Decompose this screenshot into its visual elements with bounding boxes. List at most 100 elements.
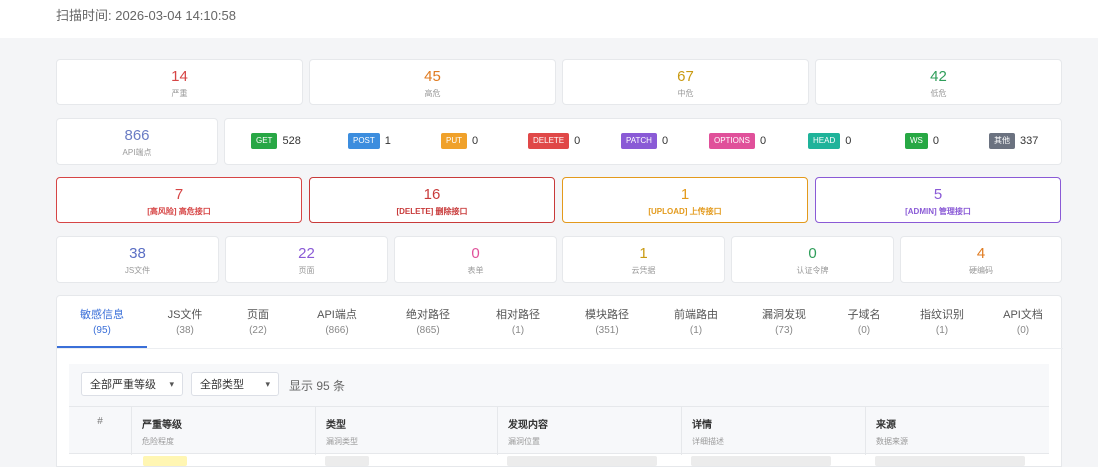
- column-type[interactable]: 类型 漏洞类型: [315, 407, 497, 455]
- risk-card-high-risk[interactable]: 7 [高风险] 高危接口: [56, 177, 302, 223]
- method-count: 0: [760, 135, 767, 147]
- severity-count: 42: [930, 68, 947, 85]
- resource-count: 4: [976, 245, 986, 262]
- method-badge: PUT: [441, 133, 467, 149]
- severity-label: 中危: [677, 89, 694, 98]
- tab-count: (1): [511, 325, 525, 336]
- column-source[interactable]: 来源 数据来源: [865, 407, 1049, 455]
- column-finding[interactable]: 发现内容 漏洞位置: [497, 407, 681, 455]
- column-title: 来源: [876, 420, 896, 431]
- tab-count: (38): [176, 325, 194, 336]
- severity-count: 67: [677, 68, 694, 85]
- column-title: 详情: [692, 420, 712, 431]
- method-count: 528: [282, 135, 301, 147]
- column-index[interactable]: #: [69, 407, 131, 455]
- method-badge: POST: [348, 133, 380, 149]
- tab-count: (866): [325, 325, 349, 336]
- tab-count: (73): [775, 325, 793, 336]
- tab-sensitive-info[interactable]: 敏感信息 (95): [57, 306, 147, 336]
- tab-label: 敏感信息: [80, 309, 124, 321]
- resource-count: 0: [808, 245, 817, 262]
- resource-card-pages: 22 页面: [225, 236, 388, 283]
- risk-label: [ADMIN] 管理接口: [905, 207, 971, 216]
- tab-count: (1): [935, 325, 949, 336]
- tab-js-files[interactable]: JS文件 (38): [147, 306, 223, 336]
- tab-label: 相对路径: [496, 309, 540, 321]
- severity-label: 高危: [424, 89, 441, 98]
- tab-count: (865): [416, 325, 440, 336]
- method-count: 0: [472, 135, 479, 147]
- severity-card-low: 42 低危: [815, 59, 1062, 105]
- severity-card-critical: 14 严重: [56, 59, 303, 105]
- risk-label: [高风险] 高危接口: [147, 207, 211, 216]
- tab-frontend-routes[interactable]: 前端路由 (1): [653, 306, 739, 336]
- severity-filter-select[interactable]: 全部严重等级 ▾: [81, 372, 183, 396]
- tab-module-paths[interactable]: 模块路径 (351): [561, 306, 653, 336]
- method-put[interactable]: PUT 0: [441, 133, 478, 149]
- method-options[interactable]: OPTIONS 0: [709, 133, 766, 149]
- resource-label: 页面: [298, 266, 315, 275]
- column-title: 严重等级: [142, 420, 182, 431]
- chevron-down-icon: ▾: [265, 378, 270, 389]
- table-row-cell: [691, 456, 831, 466]
- column-severity[interactable]: 严重等级 危险程度: [131, 407, 315, 455]
- method-count: 337: [1020, 135, 1039, 147]
- tab-subdomains[interactable]: 子域名 (0): [829, 306, 899, 336]
- tab-count: (22): [249, 325, 267, 336]
- method-count: 0: [845, 135, 852, 147]
- tab-label: JS文件: [167, 309, 203, 321]
- risk-count: 16: [423, 186, 441, 203]
- tab-vulnerabilities[interactable]: 漏洞发现 (73): [739, 306, 829, 336]
- table-row-cell: [325, 456, 369, 466]
- severity-card-medium: 67 中危: [562, 59, 809, 105]
- resource-count: 22: [298, 245, 315, 262]
- tab-fingerprints[interactable]: 指纹识别 (1): [899, 306, 985, 336]
- risk-card-admin[interactable]: 5 [ADMIN] 管理接口: [815, 177, 1061, 223]
- tab-count: (351): [595, 325, 619, 336]
- tab-label: 模块路径: [585, 309, 629, 321]
- method-patch[interactable]: PATCH 0: [621, 133, 668, 149]
- tab-api-docs[interactable]: API文档 (0): [985, 306, 1061, 336]
- tab-api-endpoints[interactable]: API端点 (866): [293, 306, 381, 336]
- method-count: 0: [574, 135, 581, 147]
- tab-label: 前端路由: [674, 309, 718, 321]
- method-badge: HEAD: [808, 133, 841, 149]
- tab-divider: [57, 348, 1063, 349]
- risk-card-delete[interactable]: 16 [DELETE] 删除接口: [309, 177, 555, 223]
- column-subtitle: 数据来源: [876, 437, 908, 446]
- resource-label: 硬编码: [969, 266, 993, 275]
- chevron-down-icon: ▾: [169, 378, 174, 389]
- table-row[interactable]: [143, 456, 187, 466]
- risk-count: 1: [680, 186, 690, 203]
- method-count: 1: [384, 135, 391, 147]
- severity-count: 14: [171, 68, 188, 85]
- severity-label: 严重: [171, 89, 188, 98]
- column-details[interactable]: 详情 详细描述: [681, 407, 865, 455]
- type-filter-select[interactable]: 全部类型 ▾: [191, 372, 279, 396]
- severity-count: 45: [424, 68, 441, 85]
- tab-label: 漏洞发现: [762, 309, 806, 321]
- top-bar: 扫描时间: 2026-03-04 14:10:58: [0, 0, 1098, 38]
- method-post[interactable]: POST 1: [348, 133, 391, 149]
- column-title: 类型: [326, 420, 346, 431]
- table-row-cell: [507, 456, 657, 466]
- resource-card-cloud-credentials: 1 云凭据: [562, 236, 725, 283]
- risk-card-upload[interactable]: 1 [UPLOAD] 上传接口: [562, 177, 808, 223]
- column-subtitle: 详细描述: [692, 437, 724, 446]
- method-head[interactable]: HEAD 0: [808, 133, 851, 149]
- risk-count: 5: [933, 186, 943, 203]
- tab-label: API端点: [317, 309, 357, 321]
- resource-label: JS文件: [124, 266, 151, 275]
- tab-label: 绝对路径: [406, 309, 450, 321]
- tab-count: (0): [857, 325, 871, 336]
- tab-count: (95): [93, 325, 111, 336]
- tab-pages[interactable]: 页面 (22): [223, 306, 293, 336]
- tab-absolute-paths[interactable]: 绝对路径 (865): [381, 306, 475, 336]
- method-delete[interactable]: DELETE 0: [528, 133, 580, 149]
- method-badge: OPTIONS: [709, 133, 756, 149]
- tab-relative-paths[interactable]: 相对路径 (1): [475, 306, 561, 336]
- tab-label: 子域名: [847, 309, 881, 321]
- method-get[interactable]: GET 528: [251, 133, 301, 149]
- method-other[interactable]: 其他 337: [989, 133, 1038, 149]
- method-ws[interactable]: WS 0: [905, 133, 939, 149]
